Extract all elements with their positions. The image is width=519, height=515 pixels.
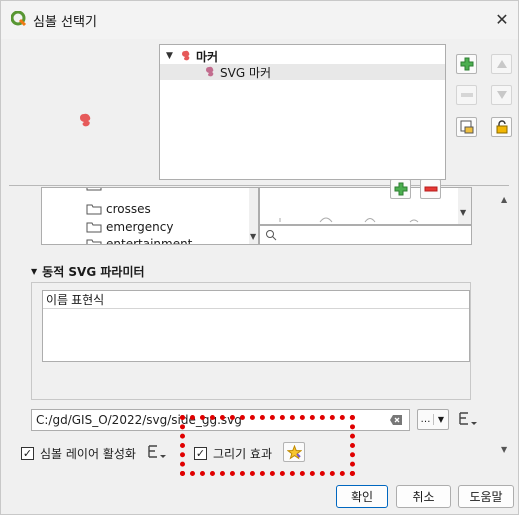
scroll-down-arrow-icon[interactable]: ▼: [460, 208, 466, 217]
tree-item-marker-label: 마커: [196, 49, 219, 64]
remove-layer-icon: [460, 93, 473, 97]
folder-label: emergency: [106, 220, 174, 234]
folder-icon: [86, 204, 102, 215]
duplicate-layer-icon: [460, 120, 473, 134]
highlight-annotation: [180, 415, 355, 476]
ok-button[interactable]: 확인: [336, 485, 388, 508]
qgis-logo-icon: [11, 11, 27, 27]
browse-button[interactable]: … ▼: [417, 409, 449, 430]
marker-icon: [182, 50, 190, 61]
svg-grid-scrollbar[interactable]: ▼: [458, 188, 471, 224]
properties-scrollbar[interactable]: ▲ ▼: [498, 187, 512, 459]
dropdown-arrow-icon[interactable]: ▼: [434, 415, 448, 424]
collapse-arrow-icon[interactable]: ▼: [31, 267, 37, 276]
symbol-selector-dialog: 심볼 선택기 ✕ ▼ 마커 SVG 마커 crosses emergency e…: [0, 0, 519, 515]
lock-layer-button[interactable]: [491, 117, 512, 137]
tree-item-svg-marker-label: SVG 마커: [220, 65, 272, 80]
folder-label: entertainment: [106, 237, 193, 245]
move-down-icon: [496, 91, 507, 99]
svg-marker-icon: [206, 66, 214, 77]
folder-item[interactable]: crosses: [86, 201, 151, 217]
folder-icon: [86, 222, 102, 233]
svg-folder-list[interactable]: crosses emergency entertainment ▼: [41, 187, 259, 245]
enable-layer-label: 심볼 레이어 활성화: [40, 447, 136, 461]
search-icon: [266, 230, 277, 241]
expression-icon[interactable]: [457, 411, 479, 427]
title-bar: 심볼 선택기 ✕: [1, 1, 518, 39]
help-button[interactable]: 도움말: [458, 485, 514, 508]
add-layer-icon: [460, 57, 473, 71]
remove-icon: [424, 186, 437, 192]
folder-label: crosses: [106, 202, 151, 216]
scroll-down-arrow-icon[interactable]: ▼: [501, 445, 507, 454]
params-table[interactable]: 이름 표현식: [42, 290, 470, 362]
add-param-button[interactable]: [390, 179, 411, 199]
dynamic-svg-params-group: 이름 표현식: [31, 282, 471, 400]
expression-icon[interactable]: [146, 444, 168, 460]
params-table-header: 이름 표현식: [43, 291, 469, 309]
tree-item-marker[interactable]: ▼ 마커: [166, 48, 218, 64]
move-up-button[interactable]: [491, 54, 512, 74]
move-up-icon: [496, 60, 507, 68]
move-down-button[interactable]: [491, 85, 512, 105]
duplicate-layer-button[interactable]: [456, 117, 477, 137]
clear-icon[interactable]: [389, 414, 403, 426]
tree-item-svg-marker[interactable]: SVG 마커: [160, 64, 445, 80]
folder-icon: [86, 239, 102, 244]
svg-filter-input[interactable]: [259, 225, 472, 245]
column-header-name[interactable]: 이름: [43, 291, 68, 308]
symbol-preview-icon: [80, 113, 91, 127]
dynamic-svg-params-header[interactable]: ▼ 동적 SVG 파라미터: [31, 263, 145, 280]
folder-list-scrollbar[interactable]: ▼: [249, 188, 258, 244]
symbol-layers-pane: ▼ 마커 SVG 마커: [1, 39, 518, 184]
column-header-expression[interactable]: 표현식: [68, 291, 104, 308]
remove-layer-button[interactable]: [456, 85, 477, 105]
lock-icon: [496, 120, 507, 134]
enable-layer-checkbox[interactable]: ✓ 심볼 레이어 활성화: [21, 445, 136, 462]
remove-param-button[interactable]: [420, 179, 441, 199]
dynamic-svg-params-title: 동적 SVG 파라미터: [42, 265, 145, 279]
close-button[interactable]: ✕: [491, 9, 513, 31]
browse-button-label: …: [418, 414, 434, 425]
svg-thumbnails: [279, 217, 419, 223]
expand-arrow-icon[interactable]: ▼: [166, 51, 180, 61]
scroll-down-arrow-icon[interactable]: ▼: [250, 232, 256, 241]
add-layer-button[interactable]: [456, 54, 477, 74]
folder-item[interactable]: emergency: [86, 219, 173, 235]
window-title: 심볼 선택기: [33, 15, 97, 30]
folder-icon: [86, 188, 102, 191]
symbol-layer-tree[interactable]: ▼ 마커 SVG 마커: [159, 44, 446, 180]
checkbox-checked-icon[interactable]: ✓: [21, 447, 34, 460]
cancel-button[interactable]: 취소: [396, 485, 451, 508]
add-icon: [394, 182, 407, 196]
folder-item[interactable]: entertainment: [86, 236, 193, 245]
scroll-up-arrow-icon[interactable]: ▲: [501, 195, 507, 204]
